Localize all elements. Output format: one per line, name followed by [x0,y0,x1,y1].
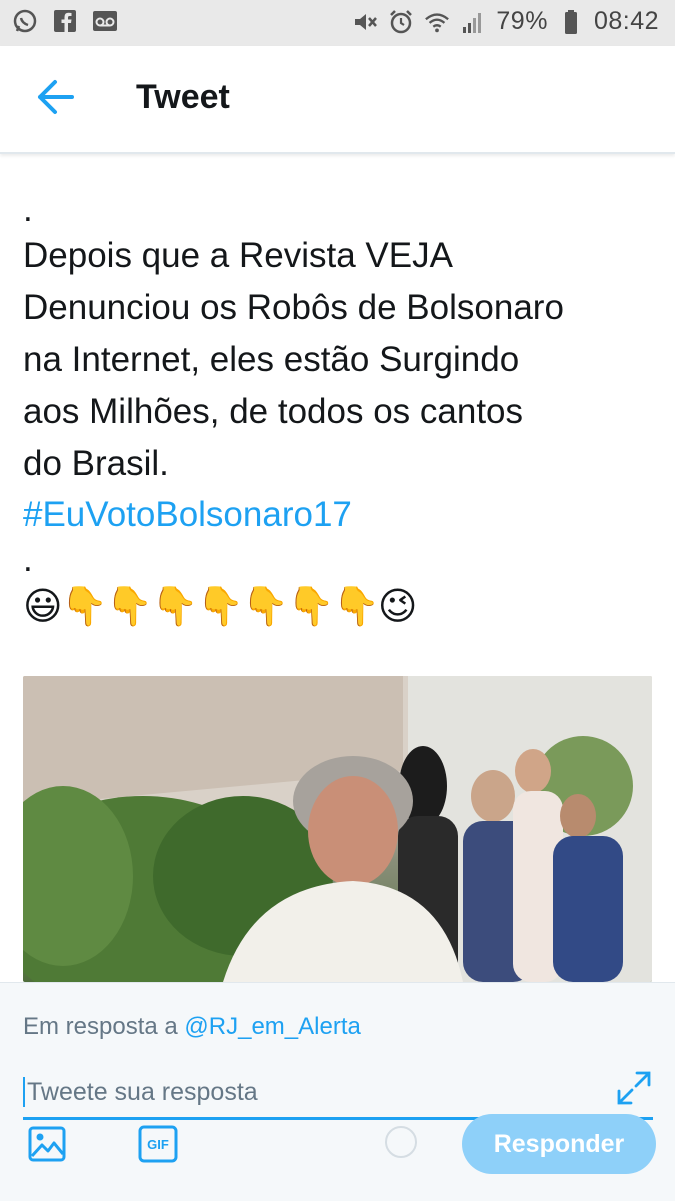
character-count-indicator [385,1126,417,1158]
expand-composer-button[interactable] [615,1069,653,1107]
add-photo-button[interactable] [26,1123,68,1165]
tweet-video-thumbnail[interactable] [23,676,652,982]
tweet-text-line: do Brasil. [23,444,169,483]
signal-icon [460,9,486,35]
tweet-body: . Depois que a Revista VEJA Denunciou os… [23,190,658,632]
whatsapp-icon [12,8,38,34]
status-bar: 79% 08:42 [0,0,675,46]
tweet-dot-top: . [23,190,33,229]
tweet-text-line: Depois que a Revista VEJA [23,236,453,275]
add-gif-button[interactable]: GIF [137,1123,179,1165]
reply-placeholder: Tweete sua resposta [27,1077,258,1106]
battery-icon [558,9,584,35]
hashtag-link[interactable]: #EuVotoBolsonaro17 [23,490,352,540]
alarm-icon [388,9,414,35]
reply-composer: Em resposta a @RJ_em_Alerta Tweete sua r… [0,982,675,1201]
status-bar-notifications [12,8,118,34]
in-reply-to: Em resposta a @RJ_em_Alerta [23,1013,361,1041]
top-app-bar: Tweet [0,46,675,154]
expand-icon [617,1071,651,1105]
facebook-icon [52,8,78,34]
image-icon [28,1126,66,1162]
clock: 08:42 [593,7,659,35]
arrow-left-icon [35,79,75,120]
tweet-dot-bottom: . [23,540,33,579]
tweet-text-line: aos Milhões, de todos os cantos [23,392,524,431]
video-frame-illustration [23,676,652,982]
back-button[interactable] [30,76,80,122]
reply-input[interactable]: Tweete sua resposta [23,1067,653,1120]
mute-icon [352,9,378,35]
tweet-text-line: na Internet, eles estão Surgindo [23,340,520,379]
reply-submit-button[interactable]: Responder [462,1114,656,1174]
emoji-row: 😃👇👇👇👇👇👇👇😉 [23,586,417,628]
wifi-icon [424,9,450,35]
status-bar-system: 79% 08:42 [352,7,659,36]
battery-percentage: 79% [496,7,548,35]
page-title: Tweet [136,78,230,116]
text-caret [23,1077,25,1107]
in-reply-prefix: Em resposta a [23,1013,178,1040]
tweet-text-line: Denunciou os Robôs de Bolsonaro [23,288,564,327]
voicemail-icon [92,8,118,34]
gif-label: GIF [147,1136,169,1152]
reply-mention-link[interactable]: @RJ_em_Alerta [184,1013,360,1040]
